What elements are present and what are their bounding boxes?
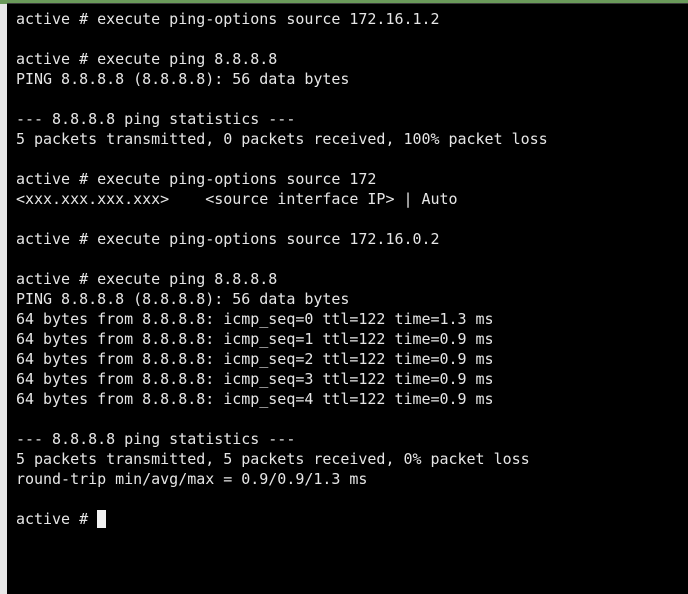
terminal-line: <xxx.xxx.xxx.xxx> <source interface IP> … [16, 190, 458, 208]
terminal-line: 64 bytes from 8.8.8.8: icmp_seq=4 ttl=12… [16, 390, 494, 408]
terminal-line: --- 8.8.8.8 ping statistics --- [16, 430, 296, 448]
terminal-window[interactable]: active # execute ping-options source 172… [0, 0, 688, 594]
terminal-line: active # execute ping-options source 172… [16, 230, 440, 248]
terminal-line: PING 8.8.8.8 (8.8.8.8): 56 data bytes [16, 70, 350, 88]
terminal-line: --- 8.8.8.8 ping statistics --- [16, 110, 296, 128]
terminal-line: active # execute ping 8.8.8.8 [16, 270, 278, 288]
command-prompt[interactable]: active # [16, 509, 680, 529]
terminal-line: 64 bytes from 8.8.8.8: icmp_seq=0 ttl=12… [16, 310, 494, 328]
terminal-line: active # execute ping-options source 172… [16, 10, 440, 28]
text-cursor [97, 510, 107, 528]
terminal-line: 64 bytes from 8.8.8.8: icmp_seq=2 ttl=12… [16, 350, 494, 368]
terminal-line: active # execute ping-options source 172 [16, 170, 377, 188]
window-top-divider [7, 3, 688, 4]
window-left-edge [0, 0, 7, 594]
terminal-line: active # execute ping 8.8.8.8 [16, 50, 278, 68]
terminal-output[interactable]: active # execute ping-options source 172… [16, 9, 680, 589]
terminal-line: 5 packets transmitted, 0 packets receive… [16, 130, 548, 148]
prompt-text: active # [16, 510, 98, 528]
terminal-line: 64 bytes from 8.8.8.8: icmp_seq=1 ttl=12… [16, 330, 494, 348]
terminal-line: 64 bytes from 8.8.8.8: icmp_seq=3 ttl=12… [16, 370, 494, 388]
terminal-line: round-trip min/avg/max = 0.9/0.9/1.3 ms [16, 470, 368, 488]
terminal-line: 5 packets transmitted, 5 packets receive… [16, 450, 530, 468]
terminal-line: PING 8.8.8.8 (8.8.8.8): 56 data bytes [16, 290, 350, 308]
